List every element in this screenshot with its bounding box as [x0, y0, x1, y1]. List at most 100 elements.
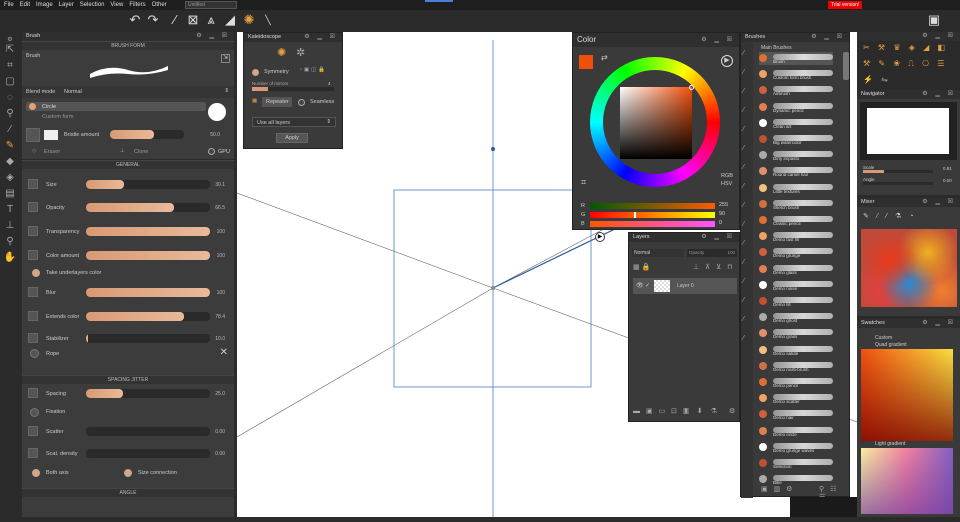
- brush-list-item[interactable]: Demo grunge: [759, 246, 833, 259]
- move-icon[interactable]: ⇱: [3, 44, 17, 56]
- brush-category-icon[interactable]: ⁄: [743, 278, 744, 285]
- brush-list-item[interactable]: Little textures: [759, 182, 833, 195]
- crop-frame-icon[interactable]: ⌗: [581, 177, 586, 188]
- menu-filters[interactable]: Filters: [129, 2, 145, 8]
- menu-file[interactable]: File: [4, 2, 14, 8]
- chevron-down-icon[interactable]: ⇕: [224, 88, 229, 94]
- menu-selection[interactable]: Selection: [80, 2, 105, 8]
- bristle-square-icon[interactable]: [44, 130, 58, 140]
- slider-track[interactable]: [86, 288, 210, 297]
- eraser-icon[interactable]: ◆: [3, 156, 17, 168]
- kaleido-mode2-icon[interactable]: ✲: [296, 46, 305, 59]
- brush-category-icon[interactable]: ⁄: [743, 297, 744, 304]
- hand-icon[interactable]: ✋: [3, 252, 17, 264]
- tools-cross-icon[interactable]: ✕: [220, 347, 228, 358]
- slider-icon[interactable]: [28, 287, 38, 297]
- menu-other[interactable]: Other: [152, 2, 167, 8]
- angle-slider[interactable]: [863, 182, 933, 185]
- gpu-radio[interactable]: [208, 148, 215, 155]
- bucket-icon[interactable]: ◈: [3, 172, 17, 184]
- repeater-button[interactable]: Repeater: [262, 97, 292, 107]
- mirrors-slider[interactable]: [252, 87, 334, 91]
- gradient-icon[interactable]: ◢: [222, 12, 238, 28]
- menu-edit[interactable]: Edit: [20, 2, 30, 8]
- swap-colors-icon[interactable]: ⇄: [601, 53, 608, 62]
- brush-category-icon[interactable]: ⁄: [743, 221, 744, 228]
- panel-controls[interactable]: ⚙ ▁ ☒: [922, 32, 956, 41]
- layer-blend-select[interactable]: Normal: [632, 249, 684, 257]
- stamp-tool-icon[interactable]: ⊥: [3, 220, 17, 232]
- scatter-icon[interactable]: [28, 426, 38, 436]
- mode-rgb[interactable]: RGB: [721, 173, 733, 179]
- document-name-field[interactable]: Untitled: [185, 1, 237, 9]
- swatch-quad-label[interactable]: Quad gradient: [875, 342, 907, 348]
- brush-category-icon[interactable]: ⁄: [743, 126, 744, 133]
- brush-list-item[interactable]: Airbrush: [759, 84, 833, 97]
- panel-controls[interactable]: ⚙ ▁ ☒: [811, 33, 845, 42]
- slider-icon[interactable]: [28, 226, 38, 236]
- brush-list-item[interactable]: Dirty impasto: [759, 149, 833, 162]
- slider-icon[interactable]: [28, 202, 38, 212]
- crop-icon[interactable]: ⌗: [3, 60, 17, 72]
- both-axis-radio[interactable]: [32, 469, 40, 477]
- brush-list-item[interactable]: Demo grass: [759, 327, 833, 340]
- layer-move-icons[interactable]: ⬆ ⬇ ⚗: [683, 407, 720, 415]
- slider-track[interactable]: [86, 203, 210, 212]
- brush-list-item[interactable]: Demo fill: [759, 295, 833, 308]
- brush-list-item[interactable]: Demo grunge waves: [759, 441, 833, 454]
- brush-tool-icon[interactable]: ⁄: [167, 12, 183, 28]
- slider-icon[interactable]: [28, 311, 38, 321]
- seamless-radio[interactable]: [298, 99, 305, 106]
- menu-image[interactable]: Image: [36, 2, 53, 8]
- slider-track[interactable]: [86, 227, 210, 236]
- slider-icon[interactable]: [28, 179, 38, 189]
- brush-list-item[interactable]: Demo glass: [759, 263, 833, 276]
- blend-mode-value[interactable]: Normal: [64, 89, 82, 95]
- panel-controls[interactable]: ⚙ ▁ ☒: [304, 33, 338, 42]
- text-icon[interactable]: T: [3, 204, 17, 216]
- brush-list-item[interactable]: Selection: [759, 457, 833, 470]
- saturation-value-square[interactable]: [620, 87, 692, 159]
- undo-icon[interactable]: ↶: [127, 12, 143, 28]
- brush-list-item[interactable]: Classic pencil: [759, 214, 833, 227]
- form-circle-option[interactable]: Circle: [26, 102, 206, 111]
- brush-list-item[interactable]: Demo noise: [759, 279, 833, 292]
- brush-list-item[interactable]: Demo fast fill: [759, 230, 833, 243]
- menu-view[interactable]: View: [110, 2, 123, 8]
- brush-list-item[interactable]: Demo hair: [759, 408, 833, 421]
- slider-track[interactable]: [86, 251, 210, 260]
- brush-category-icon[interactable]: ⁄: [743, 88, 744, 95]
- brush-list-scrollbar[interactable]: [843, 52, 849, 80]
- brush-category-icon[interactable]: ⁄: [743, 164, 744, 171]
- form-custom-label[interactable]: Custom form: [42, 114, 73, 120]
- play-icon[interactable]: ▶: [721, 55, 733, 67]
- repeater-icon[interactable]: ▦: [252, 98, 257, 104]
- clone-label[interactable]: Clone: [134, 149, 148, 155]
- mixer-canvas[interactable]: [861, 229, 957, 307]
- brush-category-icon[interactable]: ⁄: [743, 183, 744, 190]
- eraser-label[interactable]: Eraser: [44, 149, 60, 155]
- panel-controls[interactable]: ⚙ ▁ ☒: [922, 198, 956, 207]
- spacing-slider[interactable]: [86, 389, 210, 398]
- eye-icon[interactable]: 👁: [636, 282, 644, 289]
- lasso-icon[interactable]: ◌: [3, 92, 17, 104]
- mixer-tool-icons[interactable]: ✎ ⁄ ⁄ ⚗ ◔: [863, 212, 917, 220]
- filter-tools-row3[interactable]: ⚡ ⇋: [863, 75, 891, 84]
- brush-category-icon[interactable]: ⁄: [743, 335, 744, 342]
- brush-list-item[interactable]: Demo circle: [759, 425, 833, 438]
- b-slider[interactable]: [590, 221, 715, 227]
- brush-category-icon[interactable]: ⁄: [743, 69, 744, 76]
- brush-category-icon[interactable]: ⁄: [743, 145, 744, 152]
- bristle-slider[interactable]: [110, 130, 184, 139]
- size-connection-radio[interactable]: [124, 469, 132, 477]
- brush-list-item[interactable]: Big watercolor: [759, 133, 833, 146]
- scale-slider[interactable]: [863, 170, 933, 173]
- brush-list-item[interactable]: Round camel hair: [759, 165, 833, 178]
- brush-list-item[interactable]: Clean art: [759, 117, 833, 130]
- blend-mode-row[interactable]: Blend mode Normal ⇕: [22, 86, 234, 98]
- filter-tools-row2[interactable]: ⚒ ✎ ❀ ⎍ ⎔ ☰: [863, 59, 947, 69]
- brush-list-item[interactable]: Demo salute: [759, 344, 833, 357]
- bristle-icon[interactable]: [26, 128, 40, 142]
- panel-controls[interactable]: ⚙ ▁ ☒: [922, 90, 956, 99]
- layers-select[interactable]: Use all layers ⇕: [252, 117, 336, 127]
